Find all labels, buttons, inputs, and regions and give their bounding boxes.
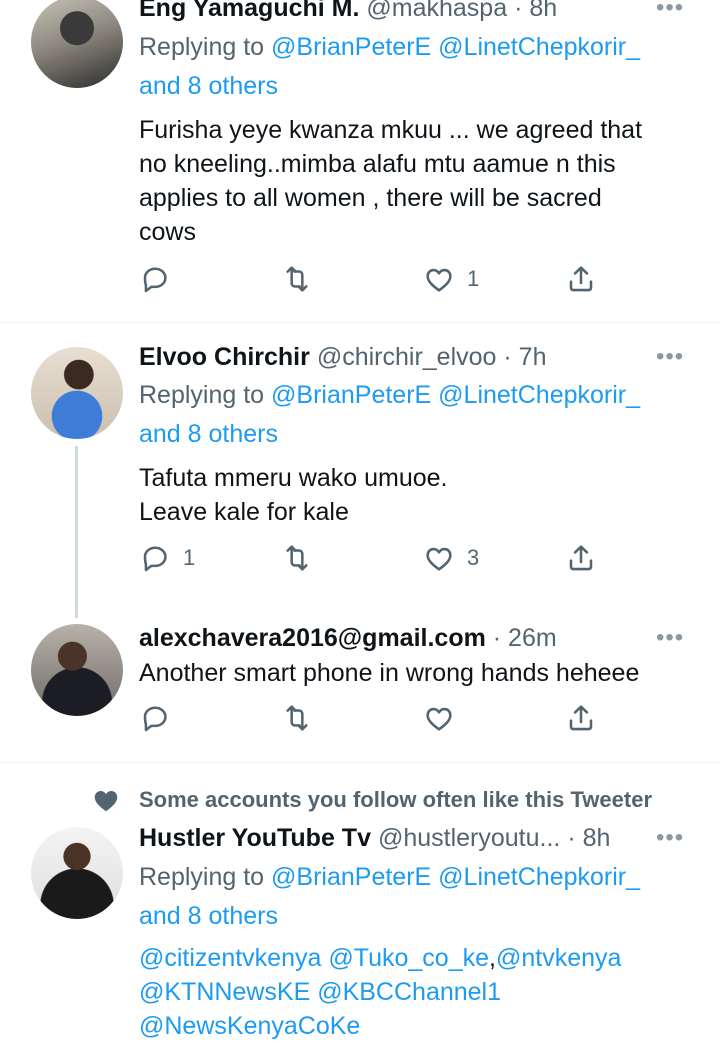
like-button[interactable] (423, 702, 455, 734)
share-button[interactable] (565, 542, 597, 574)
tweet-header: Hustler YouTube Tv @hustleryoutu... · 8h (139, 824, 610, 853)
action-bar: 1 3 (139, 542, 609, 574)
share-button[interactable] (565, 263, 597, 295)
like-icon (423, 702, 455, 734)
tweet-header: Eng Yamaguchi M. @makhaspa · 8h (139, 0, 557, 23)
display-name[interactable]: Eng Yamaguchi M. (139, 0, 359, 22)
timestamp[interactable]: · 26m (493, 624, 557, 652)
tweet-text: Another smart phone in wrong hands hehee… (139, 656, 704, 690)
action-bar: 1 (139, 263, 609, 295)
avatar[interactable] (31, 827, 123, 919)
replying-to: Replying to @BrianPeterE @LinetChepkorir… (139, 28, 699, 106)
mention-link[interactable]: @BrianPeterE (271, 381, 431, 409)
avatar[interactable] (31, 0, 123, 88)
like-count: 1 (467, 266, 480, 291)
mention-link[interactable]: @LinetChepkorir_ (438, 381, 640, 409)
tweet[interactable]: alexchavera2016@gmail.com · 26m ••• Anot… (0, 620, 720, 762)
tweet-text: Furisha yeye kwanza mkuu ... we agreed t… (139, 113, 704, 249)
share-icon (565, 542, 597, 574)
action-bar (139, 702, 609, 734)
thread-line (75, 446, 78, 618)
more-icon[interactable]: ••• (656, 0, 684, 22)
reply-button[interactable]: 1 (139, 542, 195, 574)
retweet-icon (281, 263, 313, 295)
replying-label: Replying to (139, 33, 265, 61)
tweet[interactable]: Some accounts you follow often like this… (0, 763, 720, 1040)
tweet-text: @citizentvkenya @Tuko_co_ke,@ntvkenya @K… (139, 941, 704, 1043)
replying-to: Replying to @BrianPeterE @LinetChepkorir… (139, 376, 699, 454)
tweet-text-line: cows (139, 218, 196, 246)
like-icon (423, 263, 455, 295)
timestamp[interactable]: · 8h (567, 824, 610, 852)
mention-link[interactable]: @LinetChepkorir_ (438, 863, 640, 891)
reply-icon (139, 702, 171, 734)
like-button[interactable]: 1 (423, 263, 479, 295)
share-button[interactable] (565, 702, 597, 734)
social-context[interactable]: Some accounts you follow often like this… (139, 787, 652, 813)
tweet-text-line: no kneeling..mimba alafu mtu aamue n thi… (139, 150, 616, 178)
replying-to: Replying to @BrianPeterE @LinetChepkorir… (139, 858, 699, 936)
retweet-button[interactable] (281, 263, 313, 295)
tweet-header: alexchavera2016@gmail.com · 26m (139, 624, 557, 653)
retweet-button[interactable] (281, 702, 313, 734)
mention-link[interactable]: @BrianPeterE (271, 863, 431, 891)
tweet-text: Tafuta mmeru wako umuoe. Leave kale for … (139, 461, 704, 529)
avatar[interactable] (31, 624, 123, 716)
others-link[interactable]: and 8 others (139, 420, 278, 448)
handle[interactable]: @hustleryoutu... (378, 824, 560, 852)
replying-label: Replying to (139, 381, 265, 409)
separator: , (489, 944, 496, 972)
more-icon[interactable]: ••• (656, 824, 684, 852)
mention-link[interactable]: @citizentvkenya (139, 944, 321, 972)
tweet-text-line: Leave kale for kale (139, 498, 349, 526)
more-icon[interactable]: ••• (656, 624, 684, 652)
reply-icon (139, 542, 171, 574)
mention-link[interactable]: @ntvkenya (496, 944, 621, 972)
mention-link[interactable]: @BrianPeterE (271, 33, 431, 61)
display-name[interactable]: alexchavera2016@gmail.com (139, 624, 486, 652)
others-link[interactable]: and 8 others (139, 902, 278, 930)
share-icon (565, 263, 597, 295)
mention-link[interactable]: @KBCChannel1 (317, 978, 501, 1006)
mention-link[interactable]: @KTNNewsKE (139, 978, 310, 1006)
mention-link[interactable]: @LinetChepkorir_ (438, 33, 640, 61)
reply-button[interactable] (139, 263, 183, 295)
handle[interactable]: @makhaspa (366, 0, 507, 22)
reply-button[interactable] (139, 702, 171, 734)
like-count: 3 (467, 545, 480, 570)
like-button[interactable]: 3 (423, 542, 479, 574)
replying-label: Replying to (139, 863, 265, 891)
display-name[interactable]: Hustler YouTube Tv (139, 824, 371, 852)
tweet-header: Elvoo Chirchir @chirchir_elvoo · 7h (139, 343, 547, 372)
tweet-text-line: @citizentvkenya @Tuko_co_ke,@ntvkenya (139, 941, 704, 975)
more-icon[interactable]: ••• (656, 343, 684, 371)
mention-link[interactable]: @Tuko_co_ke (328, 944, 489, 972)
display-name[interactable]: Elvoo Chirchir (139, 343, 310, 371)
others-link[interactable]: and 8 others (139, 72, 278, 100)
like-icon (423, 542, 455, 574)
avatar[interactable] (31, 347, 123, 439)
tweet-text-line: Furisha yeye kwanza mkuu ... we agreed t… (139, 116, 643, 144)
tweet-text-line: Tafuta mmeru wako umuoe. (139, 464, 448, 492)
retweet-button[interactable] (281, 542, 313, 574)
retweet-icon (281, 702, 313, 734)
tweet[interactable]: Eng Yamaguchi M. @makhaspa · 8h ••• Repl… (0, 0, 720, 322)
tweet-text-line: @NewsKenyaCoKe (139, 1009, 704, 1043)
handle[interactable]: @chirchir_elvoo (317, 343, 497, 371)
heart-social-icon (94, 791, 118, 812)
share-icon (565, 702, 597, 734)
reply-icon (139, 263, 171, 295)
reply-count: 1 (183, 545, 196, 570)
tweet-text-line: Another smart phone in wrong hands hehee… (139, 659, 640, 687)
retweet-icon (281, 542, 313, 574)
timestamp[interactable]: · 7h (503, 343, 546, 371)
tweet-text-line: applies to all women , there will be sac… (139, 184, 602, 212)
tweet-text-line: @KTNNewsKE @KBCChannel1 (139, 975, 704, 1009)
timestamp[interactable]: · 8h (514, 0, 557, 22)
